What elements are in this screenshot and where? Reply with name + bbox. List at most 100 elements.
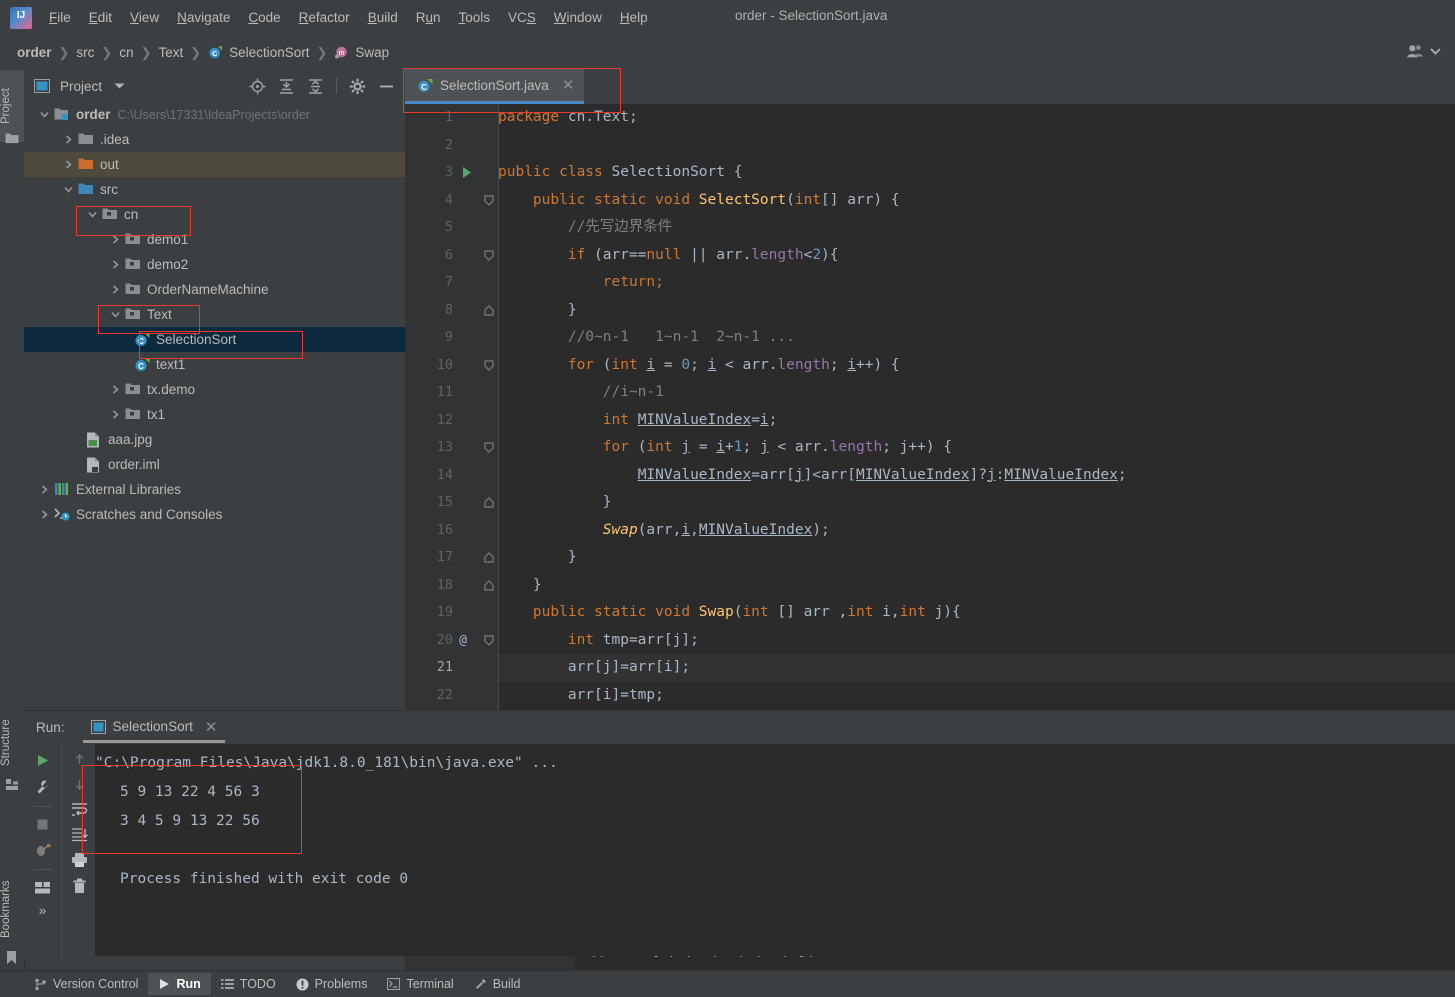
fold-marker[interactable]: [482, 627, 496, 655]
fold-marker-end[interactable]: [482, 297, 496, 325]
chevron-down-icon[interactable]: [38, 108, 51, 121]
svg-text:C: C: [138, 361, 144, 370]
bottom-tab-problems[interactable]: Problems: [286, 973, 378, 995]
breadcrumb-item-text[interactable]: Text: [156, 43, 187, 62]
tree-item-src[interactable]: src: [24, 177, 405, 202]
run-tab-selectionsort[interactable]: SelectionSort ✕: [82, 713, 226, 743]
bottom-tab-version-control[interactable]: Version Control: [24, 973, 148, 995]
rerun-wrench-icon[interactable]: [34, 779, 51, 796]
menu-window[interactable]: Window: [545, 7, 611, 28]
code-editor[interactable]: 1 2 3 4 5 6 7 8 9 10 11 12 13 14 15 16 1…: [405, 104, 1455, 710]
close-icon[interactable]: ✕: [562, 76, 575, 94]
chevron-right-icon[interactable]: [38, 483, 51, 496]
fold-marker[interactable]: [482, 434, 496, 462]
tree-item-demo2[interactable]: demo2: [24, 252, 405, 277]
run-icon[interactable]: [34, 752, 51, 769]
tree-item-aaa-jpg[interactable]: aaa.jpg: [24, 427, 405, 452]
chevron-right-icon[interactable]: [62, 158, 75, 171]
locate-icon[interactable]: [249, 78, 266, 95]
fold-marker[interactable]: [482, 352, 496, 380]
expand-all-icon[interactable]: [278, 78, 295, 95]
stop-icon[interactable]: [35, 817, 50, 832]
tree-item-idea[interactable]: .idea: [24, 127, 405, 152]
tree-item-ordernamemachine[interactable]: OrderNameMachine: [24, 277, 405, 302]
editor-tab-selectionsort-java[interactable]: C SelectionSort.java ✕: [405, 69, 585, 104]
menu-view[interactable]: View: [121, 7, 168, 28]
close-icon[interactable]: ✕: [205, 718, 218, 736]
breadcrumb-item-src[interactable]: src: [73, 43, 97, 62]
menu-file[interactable]: File: [40, 7, 80, 28]
tree-item-text1[interactable]: C text1: [24, 352, 405, 377]
sidebar-tab-bookmarks[interactable]: Bookmarks: [0, 860, 24, 958]
layout-icon[interactable]: [34, 880, 51, 895]
fold-marker-end[interactable]: [482, 489, 496, 517]
clear-all-trash-icon[interactable]: [72, 878, 87, 894]
user-account-icon[interactable]: [1406, 43, 1441, 59]
console-exit-line: Process finished with exit code 0: [120, 871, 409, 887]
hide-panel-icon[interactable]: [378, 78, 395, 95]
settings-gear-icon[interactable]: [349, 78, 366, 95]
chevron-down-icon[interactable]: [114, 82, 125, 90]
menu-edit[interactable]: Edit: [80, 7, 121, 28]
scroll-down-icon[interactable]: [72, 777, 87, 792]
menu-navigate[interactable]: Navigate: [168, 7, 239, 28]
svg-text:C: C: [421, 82, 427, 91]
fold-marker-end[interactable]: [482, 544, 496, 572]
print-icon[interactable]: [71, 852, 88, 868]
chevron-right-icon[interactable]: [109, 233, 122, 246]
chevron-right-icon[interactable]: [109, 383, 122, 396]
tree-item-cn[interactable]: cn: [24, 202, 405, 227]
sidebar-tab-structure[interactable]: Structure: [0, 700, 24, 786]
debug-icon[interactable]: [34, 842, 51, 859]
tree-item-order-iml[interactable]: order.iml: [24, 452, 405, 477]
chevron-down-icon[interactable]: [62, 183, 75, 196]
scroll-to-end-icon[interactable]: [71, 827, 88, 842]
breadcrumb-item-swap[interactable]: m Swap: [331, 43, 392, 62]
bottom-tool-bar: Version Control Run TODO Problems Termin…: [0, 970, 1455, 997]
chevron-right-icon[interactable]: [109, 408, 122, 421]
class-icon: C: [208, 45, 223, 60]
fold-marker-end[interactable]: [482, 572, 496, 600]
code-lines[interactable]: package cn.Text; public class SelectionS…: [498, 104, 1455, 710]
chevron-right-icon[interactable]: [62, 133, 75, 146]
scroll-up-icon[interactable]: [72, 752, 87, 767]
breadcrumb-label: Swap: [355, 45, 390, 60]
bottom-tab-build[interactable]: Build: [464, 973, 531, 995]
bottom-tab-terminal[interactable]: Terminal: [377, 973, 463, 995]
run-console-output[interactable]: "C:\Program Files\Java\jdk1.8.0_181\bin\…: [95, 744, 1455, 956]
chevron-down-icon[interactable]: [86, 208, 99, 221]
collapse-all-icon[interactable]: [307, 78, 324, 95]
breadcrumb-item-selectionsort[interactable]: C SelectionSort: [205, 43, 312, 62]
chevron-right-icon[interactable]: [38, 508, 51, 521]
tree-item-out[interactable]: out: [24, 152, 405, 177]
menu-help[interactable]: Help: [611, 7, 657, 28]
tree-item-tx1[interactable]: tx1: [24, 402, 405, 427]
soft-wrap-icon[interactable]: [71, 802, 88, 817]
chevron-right-icon[interactable]: [109, 283, 122, 296]
more-icon[interactable]: »: [39, 903, 47, 917]
chevron-right-icon[interactable]: [109, 258, 122, 271]
tree-item-external-libraries[interactable]: External Libraries: [24, 477, 405, 502]
fold-marker[interactable]: [482, 242, 496, 270]
fold-marker[interactable]: [482, 187, 496, 215]
run-panel-header: Run: SelectionSort ✕: [24, 711, 1455, 744]
tree-item-order[interactable]: order C:\Users\17331\IdeaProjects\order: [24, 102, 405, 127]
menu-tools[interactable]: Tools: [450, 7, 500, 28]
run-class-gutter-icon[interactable]: [460, 159, 474, 187]
menu-build[interactable]: Build: [359, 7, 407, 28]
tree-item-selectionsort[interactable]: C SelectionSort: [24, 327, 405, 352]
menu-run[interactable]: Run: [407, 7, 450, 28]
breadcrumb-item-order[interactable]: order: [14, 43, 55, 62]
bottom-tab-run[interactable]: Run: [148, 973, 211, 995]
menu-code[interactable]: Code: [239, 7, 289, 28]
menu-refactor[interactable]: Refactor: [290, 7, 359, 28]
tree-item-demo1[interactable]: demo1: [24, 227, 405, 252]
tree-item-text[interactable]: Text: [24, 302, 405, 327]
tree-item-scratches-and-consoles[interactable]: Scratches and Consoles: [24, 502, 405, 527]
chevron-down-icon[interactable]: [109, 308, 122, 321]
tree-item-tx-demo[interactable]: tx.demo: [24, 377, 405, 402]
breadcrumb-item-cn[interactable]: cn: [116, 43, 136, 62]
bottom-tab-todo[interactable]: TODO: [211, 973, 286, 995]
menu-vcs[interactable]: VCS: [499, 7, 545, 28]
run-tab-label: SelectionSort: [112, 719, 193, 734]
